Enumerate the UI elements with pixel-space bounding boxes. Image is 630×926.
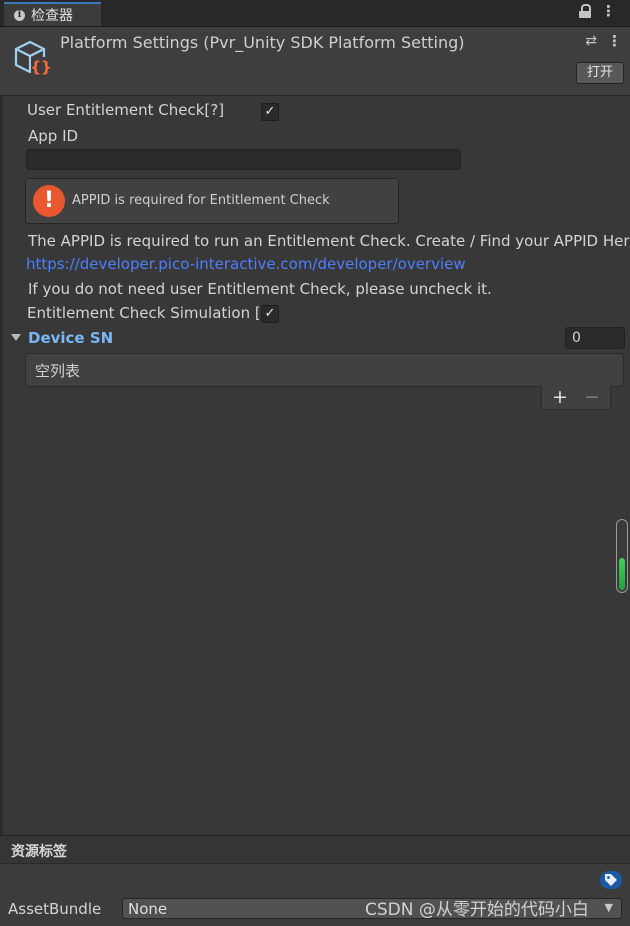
list-footer: + −: [541, 386, 611, 410]
asset-labels-title: 资源标签: [11, 844, 67, 860]
app-id-label: App ID: [28, 127, 79, 145]
lock-icon[interactable]: [579, 4, 591, 18]
foldout-arrow-icon[interactable]: [11, 334, 21, 341]
developer-link[interactable]: https://developer.pico-interactive.com/d…: [26, 255, 466, 273]
context-menu-icon[interactable]: ⋮: [607, 34, 622, 49]
preset-icon[interactable]: ⇄: [585, 33, 597, 49]
left-edge: [0, 26, 3, 926]
user-entitlement-label: User Entitlement Check[?]: [27, 101, 225, 119]
info-icon: i: [14, 9, 25, 21]
scrollbar-thumb[interactable]: [619, 558, 625, 590]
error-message: APPID is required for Entitlement Check: [72, 193, 330, 208]
asset-labels-header[interactable]: 资源标签: [0, 836, 630, 864]
error-icon: !: [33, 185, 65, 217]
assetbundle-value: None: [128, 900, 168, 918]
watermark-text: CSDN @从零开始的代码小白: [365, 900, 589, 920]
svg-text:{}: {}: [30, 58, 51, 76]
uncheck-info-text: If you do not need user Entitlement Chec…: [28, 280, 492, 298]
remove-element-button[interactable]: −: [584, 386, 600, 408]
tab-label: 检查器: [31, 8, 73, 24]
appid-info-text: The APPID is required to run an Entitlem…: [28, 232, 630, 250]
header-tools: ⇄ ⋮: [585, 33, 622, 49]
open-button[interactable]: 打开: [576, 62, 624, 84]
simulation-checkbox[interactable]: ✓: [261, 305, 279, 323]
asset-title: Platform Settings (Pvr_Unity SDK Platfor…: [60, 33, 465, 52]
tag-icon[interactable]: [600, 871, 622, 889]
add-element-button[interactable]: +: [552, 386, 568, 408]
more-menu-icon[interactable]: ⋮: [601, 4, 616, 19]
inspector-window: i 检查器 ⋮ {} Platform Settings (Pvr_Unity …: [0, 0, 630, 926]
device-sn-title[interactable]: Device SN: [28, 329, 113, 347]
tab-inspector[interactable]: i 检查器: [4, 2, 101, 26]
assetbundle-label: AssetBundle: [8, 900, 102, 918]
tab-bar: i 检查器 ⋮: [0, 0, 630, 27]
dropdown-arrow-icon: ▼: [604, 901, 613, 914]
simulation-label: Entitlement Check Simulation [?]: [27, 304, 259, 322]
app-id-field[interactable]: [26, 149, 461, 170]
tab-tools: ⋮: [579, 4, 616, 19]
inspector-header: {} Platform Settings (Pvr_Unity SDK Plat…: [0, 27, 630, 96]
error-help-box: ! APPID is required for Entitlement Chec…: [25, 178, 399, 224]
device-sn-count-field[interactable]: [565, 327, 625, 349]
scriptable-object-icon: {}: [14, 40, 52, 76]
user-entitlement-checkbox[interactable]: ✓: [261, 103, 279, 121]
scrollbar[interactable]: [616, 519, 628, 593]
device-sn-list: 空列表: [25, 353, 624, 387]
empty-list-label: 空列表: [35, 362, 81, 380]
